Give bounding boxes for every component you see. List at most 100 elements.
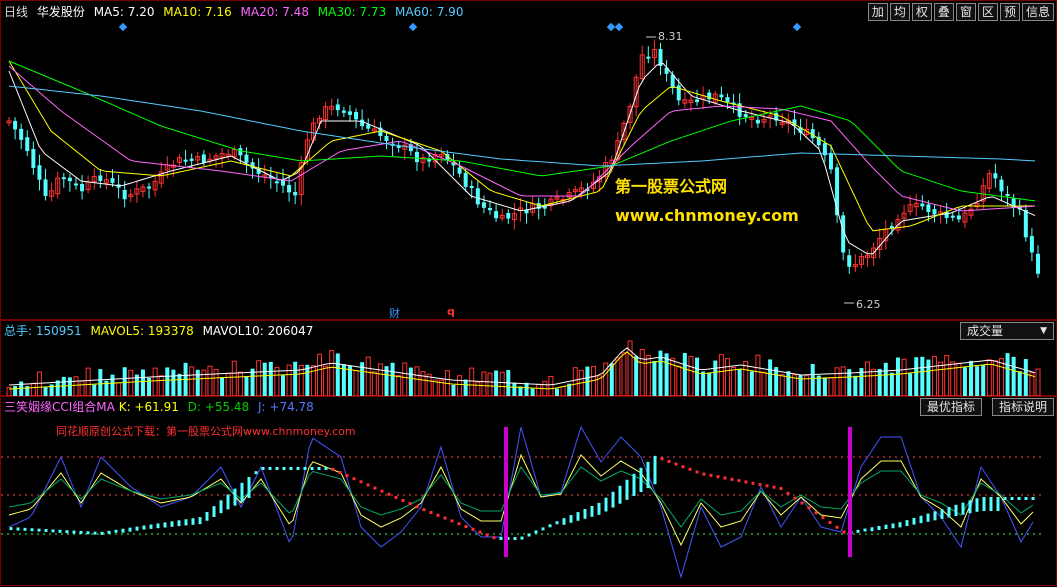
volume-bar [165,367,170,396]
candle-body [1036,253,1040,274]
volume-bar [682,352,687,396]
stair-dot [86,531,90,535]
candle-body [335,104,340,111]
indicator-line [8,453,1034,547]
volume-bar [914,357,919,396]
toolbar-range-button[interactable]: 区 [977,3,998,21]
volume-bar [98,369,103,396]
stair-dot [527,533,531,537]
candle-body [889,226,894,229]
ma30-label: MA30: 7.73 [317,5,387,19]
stair-dot [254,471,258,475]
stair-dot [373,486,377,490]
volume-bar [231,360,237,397]
stair-dot [674,462,678,466]
toolbar-right-button[interactable]: 权 [911,3,932,21]
stair-dot [366,483,370,487]
stair-bar [940,509,944,519]
stair-dot [786,491,790,495]
price-chart-panel[interactable]: 日线 华发股份 MA5: 7.20 MA10: 7.16 MA20: 7.48 … [0,0,1057,320]
volume-bar [591,366,597,397]
stair-bar [205,512,209,521]
volume-bar [761,371,767,397]
stair-dot [709,473,713,477]
stair-dot [520,536,524,540]
candle-body [646,56,651,59]
ma-line [8,62,1036,255]
candle-body [61,177,66,180]
toolbar-forecast-button[interactable]: 预 [999,3,1020,21]
volume-bar [171,369,176,396]
indicator-name[interactable]: 三笑姻缘CCI组合MA [4,400,115,414]
candle-body [354,111,359,120]
stair-bar [933,511,937,521]
candle-body [13,120,18,130]
volume-bar [853,375,858,396]
chart-toolbar: 加 均 权 叠 窗 区 预 信息 [866,3,1054,21]
candle-body [1029,236,1034,253]
volume-bar [30,382,36,397]
candle-body [183,159,188,162]
period-label[interactable]: 日线 [4,5,28,19]
toolbar-info-button[interactable]: 信息 [1021,3,1054,21]
best-indicator-button[interactable]: 最优指标 [919,398,982,416]
volume-bar [737,369,742,396]
candle-body [494,211,499,219]
volume-bar [469,367,475,397]
volume-panel[interactable]: 总手: 150951 MAVOL5: 193378 MAVOL10: 20604… [0,320,1057,397]
candle-body [993,173,998,179]
volume-bar [122,367,127,396]
stair-bar [625,479,629,500]
indicator-line [8,425,1034,579]
stair-bar [996,497,1000,511]
diamond-marker-icon [606,22,616,32]
volume-bar [718,354,724,397]
stair-bar [870,527,874,532]
event-finance-marker[interactable]: 财 [389,305,400,321]
toolbar-avg-button[interactable]: 均 [889,3,910,21]
toolbar-window-button[interactable]: 窗 [955,3,976,21]
volume-bar [731,367,737,397]
candle-body [1005,193,1010,196]
volume-bar [986,359,992,397]
stair-dot [72,530,76,534]
price-chart[interactable] [1,1,1057,321]
stair-bar [639,467,643,493]
volume-bar [256,360,262,397]
event-q-marker[interactable]: q [447,305,455,318]
stair-dot [478,530,482,534]
stair-dot [93,531,97,535]
volume-bar [901,358,907,397]
volume-bar [323,365,329,397]
stair-dot [856,529,860,533]
indicator-panel[interactable]: 三笑姻缘CCI组合MA K: +61.91 D: +55.48 J: +74.7… [0,396,1057,586]
stair-dot [751,481,755,485]
stair-dot [667,459,671,463]
indicator-help-button[interactable]: 指标说明 [991,398,1054,416]
volume-bar [201,369,207,397]
volume-bar [828,377,834,397]
volume-bar [688,356,694,397]
indicator-select-dropdown[interactable]: 成交量 ▼ [960,322,1054,340]
stair-dot [331,467,335,471]
volume-bar [554,388,559,396]
stair-dot [1017,497,1021,500]
stair-dot [842,530,846,534]
stair-bar [604,497,608,512]
stair-bar [212,506,216,517]
candle-body [189,158,194,161]
volume-bar [724,358,730,397]
stair-dot [450,519,454,523]
volume-bar [920,356,925,396]
stair-bar [884,524,888,530]
toolbar-add-button[interactable]: 加 [867,3,888,21]
volume-bar [152,367,158,397]
stair-bar [912,517,916,525]
volume-bar [73,376,79,397]
volume-bar [865,361,871,397]
stair-bar [898,522,902,528]
stair-bar [632,473,636,496]
volume-bar [451,384,456,396]
volume-bar [950,361,956,397]
toolbar-overlay-button[interactable]: 叠 [933,3,954,21]
